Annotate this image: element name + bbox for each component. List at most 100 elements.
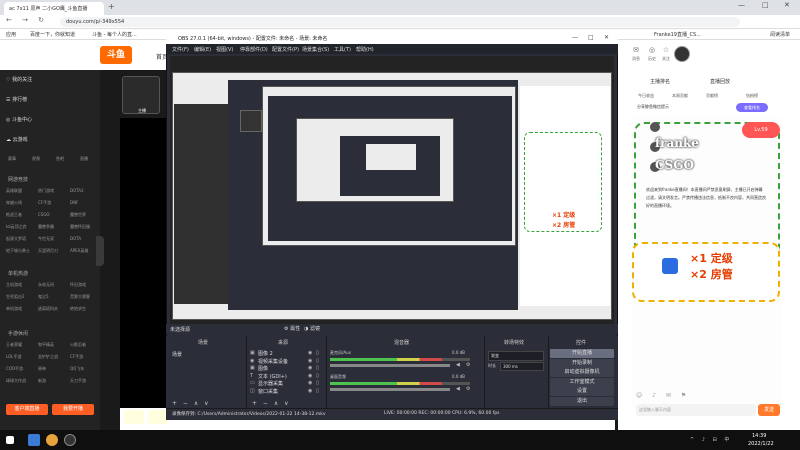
sidebar-game-link[interactable]: 起源大罗塔 — [6, 236, 26, 242]
sidebar-game-link[interactable]: 原神 — [38, 366, 46, 372]
system-tray[interactable]: ^ ♪ ⊟ 中 — [690, 436, 732, 443]
maximize-button[interactable]: □ — [762, 1, 769, 9]
control-button[interactable]: 启动虚拟摄像机 — [550, 368, 614, 377]
sidebar-game-link[interactable]: 热门游戏 — [38, 188, 54, 194]
gift-item[interactable] — [124, 410, 144, 424]
lock-icon[interactable]: ▯ — [316, 365, 319, 371]
sidebar-game-link[interactable]: 荒野大镖客 — [70, 294, 90, 300]
chat-avatar[interactable] — [650, 122, 660, 132]
sidebar-game-link[interactable]: 天刀手游 — [70, 378, 86, 384]
sidebar-game-link[interactable]: 新游 — [38, 378, 46, 384]
browser-tab[interactable]: ac 7x11 原声 二小GO鹰_斗鱼直播 — [4, 2, 104, 15]
sidebar-game-link[interactable]: LOL手游 — [6, 354, 21, 360]
obs-taskbar-icon[interactable] — [64, 434, 76, 446]
sidebar-game-link[interactable]: 地下城与勇士 — [6, 248, 30, 254]
sidebar-game-link[interactable]: 魔兽世界 — [70, 212, 86, 218]
duration-input[interactable]: 300 ms — [500, 362, 544, 371]
tab-streamer-rank[interactable]: 主播排名 — [650, 78, 670, 85]
sidebar-game-link[interactable]: 和平精英 — [38, 342, 54, 348]
sidebar-game-link[interactable]: 逃离塔科夫 — [38, 306, 58, 312]
sidebar-game-link[interactable]: 绝地求生 — [70, 306, 86, 312]
sidebar-icon-event[interactable]: 赛事 — [8, 156, 16, 162]
sidebar-item-rank[interactable]: ☰ 排行榜 — [6, 96, 27, 103]
sidebar-game-link[interactable]: 王者荣耀 — [6, 342, 22, 348]
sidebar-game-link[interactable]: 主机游戏 — [6, 282, 22, 288]
sidebar-game-link[interactable]: 魔兽争霸 — [38, 224, 54, 230]
sidebar-game-link[interactable]: COD手游 — [6, 366, 23, 372]
obs-menu-item[interactable]: 帮助(H) — [356, 46, 374, 53]
properties-button[interactable]: ⚙ 属性 — [284, 325, 300, 332]
sidebar-game-link[interactable]: 枪战王者 — [6, 212, 22, 218]
sidebar-game-link[interactable]: 球球大作战 — [6, 378, 26, 384]
close-button[interactable]: ✕ — [784, 1, 790, 9]
obs-menu-item[interactable]: 场景集合(S) — [302, 46, 329, 53]
chat-toolbar[interactable]: ☺ ♪ ✉ ⚑ — [636, 392, 690, 399]
sidebar-game-link[interactable]: 穿越火线 — [6, 200, 22, 206]
star-icon[interactable]: ☆ — [656, 46, 676, 54]
sidebar-game-link[interactable]: CSGO — [38, 212, 50, 217]
scene-item[interactable]: 场景 — [172, 351, 182, 358]
source-item[interactable]: 窗口采集 — [258, 388, 278, 395]
source-item[interactable]: 图像 — [258, 365, 268, 372]
filters-button[interactable]: ◑ 滤镜 — [304, 325, 320, 332]
lock-icon[interactable]: ▯ — [316, 350, 319, 356]
windows-start-icon[interactable] — [6, 436, 14, 444]
obs-menu-item[interactable]: 工具(T) — [334, 46, 351, 53]
subtab-diamond[interactable]: 钻粉榜 — [746, 93, 758, 99]
obs-menu-item[interactable]: 配置文件(P) — [272, 46, 299, 53]
transition-select[interactable]: 渐变 — [488, 351, 544, 361]
file-explorer-icon[interactable] — [28, 434, 40, 446]
client-broadcast-button[interactable]: 客户端直播 — [6, 404, 48, 415]
lock-icon[interactable]: ▯ — [316, 358, 319, 364]
sidebar-item-cloud[interactable]: ☁ 云游戏 — [6, 136, 28, 143]
sidebar-item-center[interactable]: ◎ 斗鱼中心 — [6, 116, 32, 123]
subtab-contrib[interactable]: 贡献榜 — [706, 93, 718, 99]
obs-maximize-button[interactable]: □ — [588, 34, 594, 41]
sidebar-collapse-toggle[interactable] — [96, 236, 104, 266]
start-broadcast-button[interactable]: 我要开播 — [52, 404, 94, 415]
douyu-logo[interactable]: 斗鱼 — [100, 46, 132, 64]
sidebar-icon-live[interactable]: 直播 — [80, 156, 88, 162]
obs-menu-item[interactable]: 文件(F) — [172, 46, 189, 53]
sidebar-game-link[interactable]: CF手游 — [70, 354, 83, 360]
source-item[interactable]: 文本 (GDI+) — [258, 373, 287, 380]
lock-icon[interactable]: ▯ — [316, 373, 319, 379]
new-tab-button[interactable]: + — [108, 2, 115, 11]
scenes-toolbar[interactable]: + − ∧ ∨ — [172, 400, 211, 407]
nav-buttons[interactable]: ← → ↻ — [6, 16, 48, 24]
eye-icon[interactable]: ◉ — [308, 373, 312, 379]
obs-menu-item[interactable]: 视图(V) — [216, 46, 233, 53]
obs-menu-item[interactable]: 编辑(E) — [194, 46, 211, 53]
sidebar-game-link[interactable]: 单机游戏 — [6, 306, 22, 312]
sidebar-game-link[interactable]: DOTA2 — [70, 188, 84, 193]
view-rank-button[interactable]: 查看排名 — [736, 103, 768, 112]
sidebar-item-follow[interactable]: ♡ 我的关注 — [6, 76, 32, 83]
volume-slider[interactable] — [330, 388, 450, 391]
sidebar-game-link[interactable]: DOTA — [70, 236, 81, 241]
reading-list[interactable]: 阅读清单 — [770, 31, 790, 38]
source-item[interactable]: 图像 2 — [258, 350, 273, 357]
user-avatar[interactable] — [674, 46, 690, 62]
gift-item[interactable] — [148, 410, 168, 424]
eye-icon[interactable]: ◉ — [308, 388, 312, 394]
send-button[interactable]: 发送 — [758, 404, 780, 416]
sidebar-game-link[interactable]: CF手游 — [38, 200, 51, 206]
bookmark-apps[interactable]: 应用 — [6, 31, 16, 38]
control-button[interactable]: 设置 — [550, 387, 614, 396]
obs-close-button[interactable]: ✕ — [604, 34, 609, 41]
lock-icon[interactable]: ▯ — [316, 388, 319, 394]
sources-toolbar[interactable]: + − ∧ ∨ — [252, 400, 291, 407]
sidebar-game-link[interactable]: 金铲铲之战 — [38, 354, 58, 360]
gear-icon[interactable]: ⚙ — [466, 386, 470, 392]
bookmark-douyu[interactable]: 斗鱼 - 每个人的直... — [92, 31, 137, 38]
subtab-week[interactable]: 本周贡献 — [672, 93, 688, 99]
minimize-button[interactable]: — — [738, 1, 745, 9]
chat-input[interactable]: 这里输入聊天内容 — [636, 404, 756, 416]
eye-icon[interactable]: ◉ — [308, 365, 312, 371]
obs-minimize-button[interactable]: — — [572, 34, 578, 41]
sidebar-game-link[interactable]: 怀旧游戏 — [70, 282, 86, 288]
sidebar-game-link[interactable]: 鬼泣5 — [38, 294, 49, 300]
sidebar-game-link[interactable]: 今世无双 — [38, 236, 54, 242]
eye-icon[interactable]: ◉ — [308, 380, 312, 386]
speaker-icon[interactable]: ◀ — [456, 362, 460, 368]
